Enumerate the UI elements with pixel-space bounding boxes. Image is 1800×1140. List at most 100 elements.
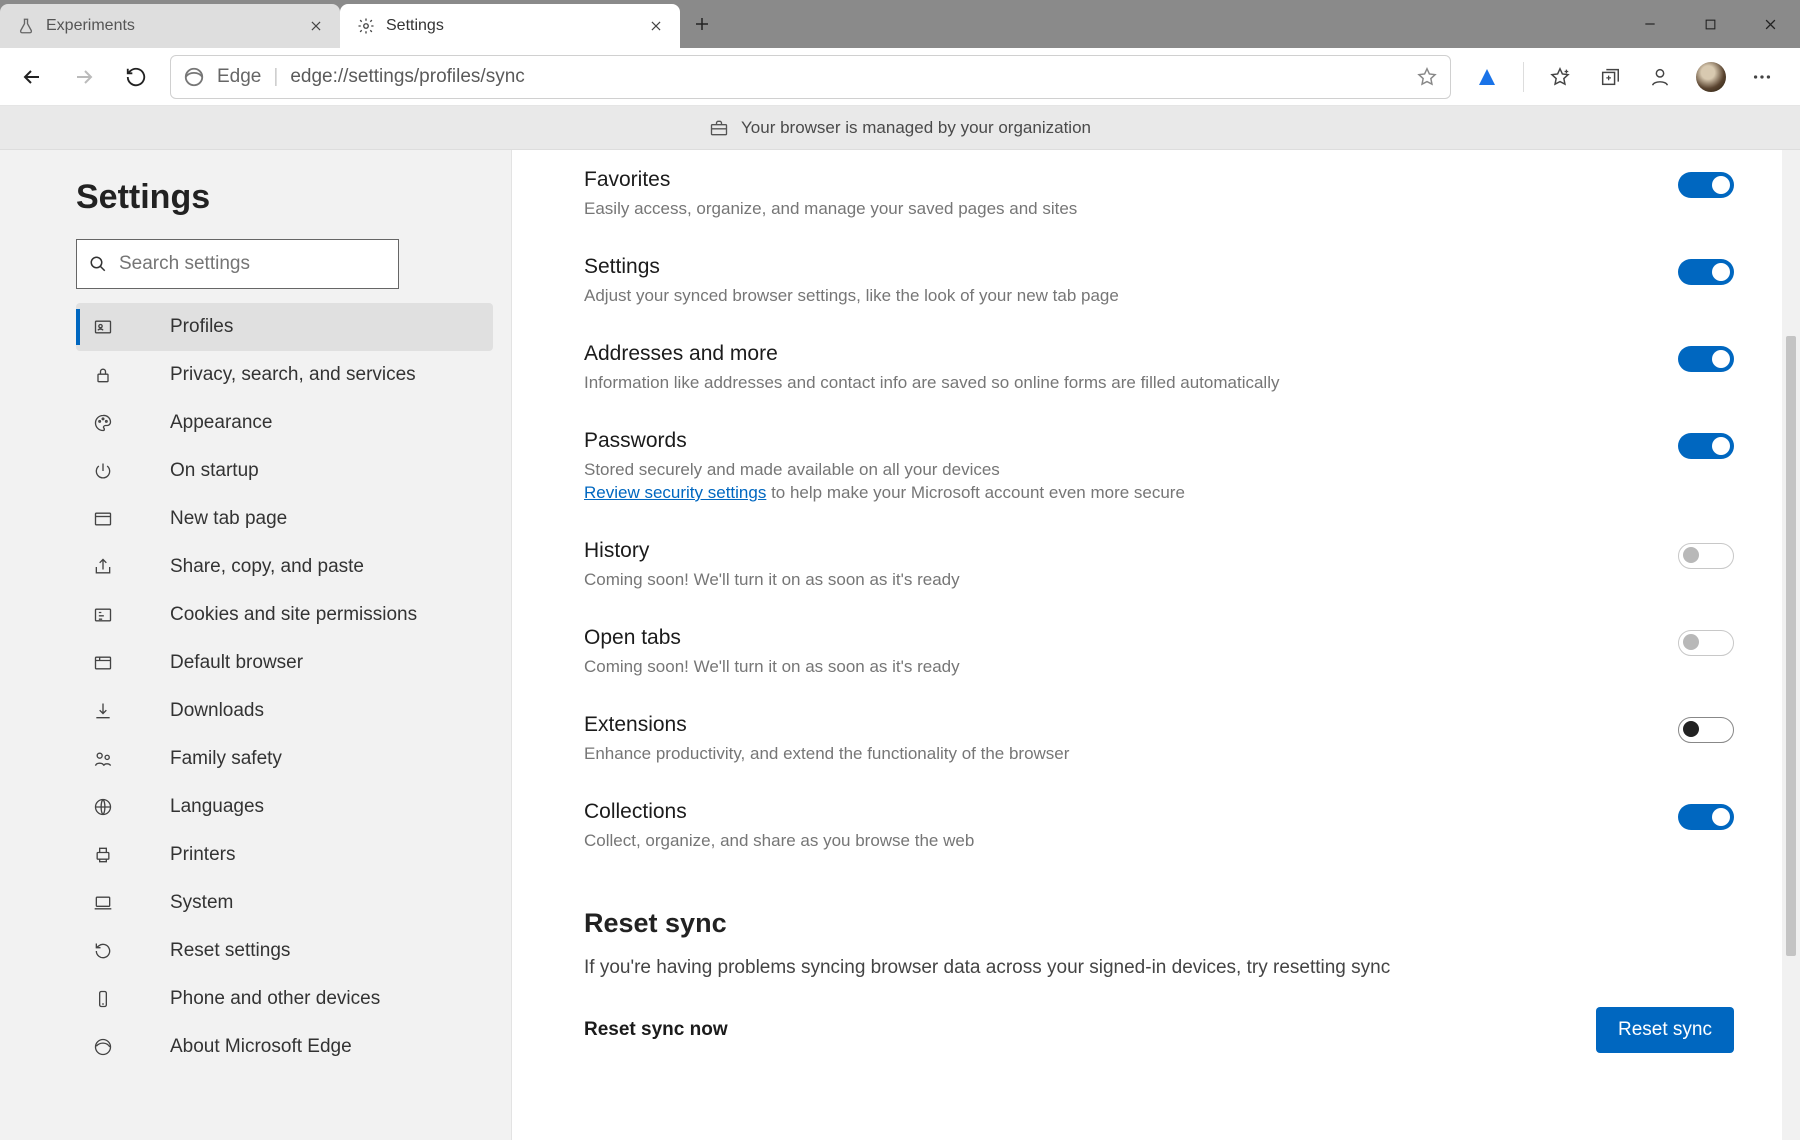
toggle-passwords[interactable] — [1678, 433, 1734, 459]
setting-title: History — [584, 539, 1654, 563]
nav-label: Share, copy, and paste — [170, 556, 364, 578]
nav-about[interactable]: About Microsoft Edge — [76, 1023, 493, 1071]
scrollbar-thumb[interactable] — [1786, 336, 1796, 956]
nav-label: About Microsoft Edge — [170, 1036, 352, 1058]
maximize-button[interactable] — [1680, 0, 1740, 48]
reset-icon — [92, 940, 114, 962]
nav-downloads[interactable]: Downloads — [76, 687, 493, 735]
briefcase-icon — [709, 118, 729, 138]
nav-privacy[interactable]: Privacy, search, and services — [76, 351, 493, 399]
nav-label: On startup — [170, 460, 259, 482]
review-security-link[interactable]: Review security settings — [584, 483, 766, 502]
nav-label: System — [170, 892, 233, 914]
search-input[interactable] — [119, 253, 386, 275]
sync-item-opentabs: Open tabs Coming soon! We'll turn it on … — [584, 608, 1734, 695]
toggle-favorites[interactable] — [1678, 172, 1734, 198]
site-identity-label: Edge — [217, 66, 261, 88]
forward-button[interactable] — [66, 59, 102, 95]
vertical-scrollbar[interactable] — [1782, 150, 1800, 1140]
more-menu-icon[interactable] — [1748, 63, 1776, 91]
setting-desc: Enhance productivity, and extend the fun… — [584, 743, 1654, 766]
laptop-icon — [92, 892, 114, 914]
palette-icon — [92, 412, 114, 434]
reset-sync-heading: Reset sync — [584, 908, 1734, 939]
toggle-collections[interactable] — [1678, 804, 1734, 830]
toolbar-actions — [1467, 62, 1786, 92]
window-icon — [92, 508, 114, 530]
phone-icon — [92, 988, 114, 1010]
sync-item-favorites: Favorites Easily access, organize, and m… — [584, 150, 1734, 237]
toggle-settings[interactable] — [1678, 259, 1734, 285]
toggle-addresses[interactable] — [1678, 346, 1734, 372]
setting-title: Favorites — [584, 168, 1654, 192]
setting-desc: Coming soon! We'll turn it on as soon as… — [584, 569, 1654, 592]
nav-label: Reset settings — [170, 940, 290, 962]
setting-desc: Information like addresses and contact i… — [584, 372, 1654, 395]
nav-cookies[interactable]: Cookies and site permissions — [76, 591, 493, 639]
browser-toolbar: Edge | edge://settings/profiles/sync — [0, 48, 1800, 106]
flask-icon — [16, 16, 36, 36]
nav-printers[interactable]: Printers — [76, 831, 493, 879]
nav-appearance[interactable]: Appearance — [76, 399, 493, 447]
share-icon — [92, 556, 114, 578]
reset-sync-desc: If you're having problems syncing browse… — [584, 957, 1734, 979]
search-settings-field[interactable] — [76, 239, 399, 289]
separator: | — [273, 66, 278, 88]
nav-reset[interactable]: Reset settings — [76, 927, 493, 975]
edge-icon — [92, 1036, 114, 1058]
nav-system[interactable]: System — [76, 879, 493, 927]
tab-experiments[interactable]: Experiments — [0, 4, 340, 48]
tab-strip: Experiments Settings — [0, 0, 1800, 48]
reset-sync-button[interactable]: Reset sync — [1596, 1007, 1734, 1053]
main-area: Settings Profiles Privacy, search, and s… — [0, 150, 1800, 1140]
nav-label: Languages — [170, 796, 264, 818]
tab-title: Settings — [386, 17, 636, 35]
sync-item-history: History Coming soon! We'll turn it on as… — [584, 521, 1734, 608]
setting-desc: Easily access, organize, and manage your… — [584, 198, 1654, 221]
browser-icon — [92, 652, 114, 674]
sync-item-addresses: Addresses and more Information like addr… — [584, 324, 1734, 411]
divider — [1523, 62, 1524, 92]
address-bar[interactable]: Edge | edge://settings/profiles/sync — [170, 55, 1451, 99]
language-icon — [92, 796, 114, 818]
nav-startup[interactable]: On startup — [76, 447, 493, 495]
nav-share[interactable]: Share, copy, and paste — [76, 543, 493, 591]
nav-family[interactable]: Family safety — [76, 735, 493, 783]
setting-desc: Stored securely and made available on al… — [584, 459, 1654, 505]
nav-label: Privacy, search, and services — [170, 364, 416, 386]
shopping-icon[interactable] — [1473, 63, 1501, 91]
close-window-button[interactable] — [1740, 0, 1800, 48]
new-tab-button[interactable] — [680, 2, 724, 46]
nav-phone[interactable]: Phone and other devices — [76, 975, 493, 1023]
back-button[interactable] — [14, 59, 50, 95]
profile-icon[interactable] — [1646, 63, 1674, 91]
close-icon[interactable] — [646, 16, 666, 36]
setting-desc: Adjust your synced browser settings, lik… — [584, 285, 1654, 308]
nav-newtab[interactable]: New tab page — [76, 495, 493, 543]
favorite-star-icon[interactable] — [1416, 66, 1438, 88]
toggle-history — [1678, 543, 1734, 569]
toggle-extensions[interactable] — [1678, 717, 1734, 743]
sync-item-settings: Settings Adjust your synced browser sett… — [584, 237, 1734, 324]
user-avatar[interactable] — [1696, 62, 1726, 92]
tab-settings[interactable]: Settings — [340, 4, 680, 48]
nav-label: Default browser — [170, 652, 303, 674]
profile-card-icon — [92, 316, 114, 338]
nav-languages[interactable]: Languages — [76, 783, 493, 831]
setting-title: Passwords — [584, 429, 1654, 453]
refresh-button[interactable] — [118, 59, 154, 95]
setting-title: Addresses and more — [584, 342, 1654, 366]
minimize-button[interactable] — [1620, 0, 1680, 48]
nav-label: Profiles — [170, 316, 233, 338]
nav-default-browser[interactable]: Default browser — [76, 639, 493, 687]
setting-desc: Collect, organize, and share as you brow… — [584, 830, 1654, 853]
close-icon[interactable] — [306, 16, 326, 36]
collections-icon[interactable] — [1596, 63, 1624, 91]
nav-profiles[interactable]: Profiles — [76, 303, 493, 351]
setting-title: Collections — [584, 800, 1654, 824]
reset-sync-label: Reset sync now — [584, 1019, 1596, 1041]
permissions-icon — [92, 604, 114, 626]
setting-title: Extensions — [584, 713, 1654, 737]
sync-item-passwords: Passwords Stored securely and made avail… — [584, 411, 1734, 521]
favorites-icon[interactable] — [1546, 63, 1574, 91]
